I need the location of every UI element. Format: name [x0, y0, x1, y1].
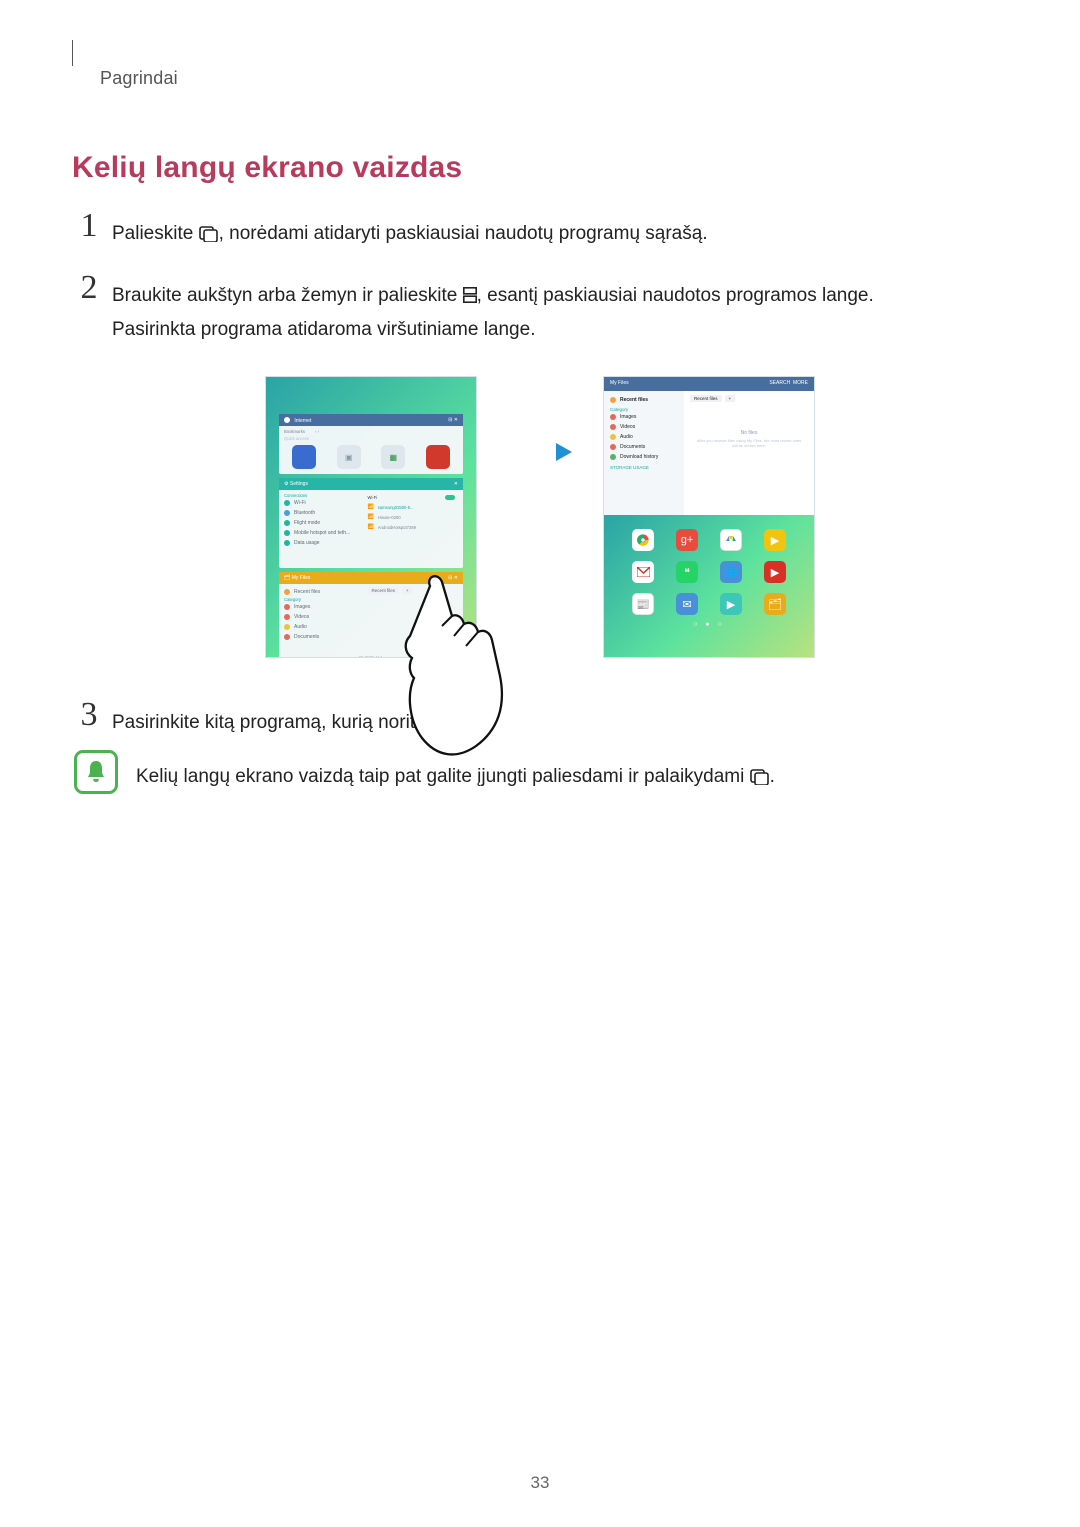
- tile-icon: [292, 445, 316, 469]
- tile-icon: ▣: [337, 445, 361, 469]
- step-text: Pasirinkta programa atidaroma viršutinia…: [112, 313, 1008, 347]
- bookmarks-label: Bookmarks: [284, 429, 305, 434]
- page-title: Kelių langų ekrano vaizdas: [72, 151, 1008, 185]
- split-close-icons: ⊟ ✕: [448, 575, 458, 581]
- gmail-icon: [632, 561, 654, 583]
- list-item: Audio: [294, 624, 307, 630]
- youtube-icon: ▶: [764, 561, 786, 583]
- tip-text: Kelių langų ekrano vaizdą taip pat galit…: [136, 766, 750, 787]
- wifi-icon: 📶: [368, 514, 374, 520]
- step-number: 3: [72, 698, 106, 732]
- empty-hint: After you receive files using My Files, …: [690, 436, 808, 450]
- step-text: Braukite aukštyn arba žemyn ir palieskit…: [112, 285, 463, 306]
- close-icon: ✕: [454, 481, 458, 487]
- section-header: Pagrindai: [72, 68, 1008, 95]
- recent-apps-icon: [199, 220, 219, 236]
- panel-title: My Files: [292, 575, 311, 581]
- list-item: samsung02500-5...: [378, 505, 414, 510]
- quick-access-label: Quick access: [284, 436, 458, 441]
- files-icon: 🗂: [284, 575, 290, 581]
- maps-icon: 🌐: [720, 561, 742, 583]
- tab-label: Recent files: [368, 587, 400, 594]
- list-item: Data usage: [294, 540, 320, 546]
- step-3: 3 Pasirinkite kitą programą, kurią norit…: [72, 698, 1008, 740]
- wifi-icon: 📶: [368, 524, 374, 530]
- news-icon: 📰: [632, 593, 654, 615]
- step-number: 1: [72, 209, 106, 243]
- tablet-after: My Files SEARCH MORE Recent files Catego…: [603, 376, 815, 658]
- step-1: 1 Palieskite , norėdami atidaryti paskia…: [72, 209, 1008, 251]
- nav-arrows-icon: ‹ ›: [315, 429, 319, 434]
- tip-text: .: [770, 766, 775, 787]
- play-music-icon: ▶: [764, 529, 786, 551]
- recent-apps-icon: [750, 763, 770, 779]
- folder-icon: 🗂: [764, 593, 786, 615]
- google-plus-icon: g+: [676, 529, 698, 551]
- page-indicator-icon: ○ ● ○: [604, 621, 814, 628]
- settings-icon: ⚙: [284, 481, 288, 487]
- tile-icon: [426, 445, 450, 469]
- tab-label: Recent files: [690, 395, 722, 402]
- list-item: AndroidHotspot7289: [378, 525, 416, 530]
- panel-title: Settings: [290, 481, 308, 487]
- list-item: Recent files: [620, 397, 648, 403]
- list-item: Images: [620, 414, 636, 420]
- split-close-icons: ⊟ ✕: [448, 417, 458, 423]
- list-item: Audio: [620, 434, 633, 440]
- step-number: 2: [72, 271, 106, 305]
- step-text: , esantį paskiausiai naudotos programos …: [477, 285, 874, 306]
- tablet-before: Internet ⊟ ✕ Bookmarks ‹ › Quick access …: [265, 376, 477, 658]
- hangouts-icon: ❝: [676, 561, 698, 583]
- step-text: , norėdami atidaryti paskiausiai naudotų…: [219, 223, 708, 244]
- more-label: MORE: [793, 380, 808, 386]
- toggle-icon: [445, 495, 455, 500]
- list-item: Images: [294, 604, 310, 610]
- add-tab-icon: +: [402, 587, 413, 594]
- mail-icon: ✉: [676, 593, 698, 615]
- list-item: Mobile hotspot and teth...: [294, 530, 350, 536]
- list-item: Documents: [294, 634, 319, 640]
- arrow-right-icon: [505, 376, 575, 658]
- storage-label: STORAGE USAGE: [610, 465, 678, 470]
- list-item: House-0200: [378, 515, 401, 520]
- split-view-icon: [463, 281, 477, 297]
- drive-icon: [720, 529, 742, 551]
- list-item: Flight mode: [294, 520, 320, 526]
- play-icon: ▶: [720, 593, 742, 615]
- search-label: SEARCH: [769, 380, 790, 386]
- step-2: 2 Braukite aukštyn arba žemyn ir paliesk…: [72, 271, 1008, 347]
- list-item: Videos: [620, 424, 635, 430]
- chrome-icon: [632, 529, 654, 551]
- list-item: Videos: [294, 614, 309, 620]
- list-item: Recent files: [294, 589, 320, 595]
- app-title: My Files: [610, 380, 629, 388]
- bell-icon: [74, 750, 118, 794]
- list-item: Wi-Fi: [294, 500, 306, 506]
- close-all-button: CLOSE ALL: [279, 655, 463, 658]
- internet-icon: [284, 417, 290, 423]
- illustration: Internet ⊟ ✕ Bookmarks ‹ › Quick access …: [72, 376, 1008, 658]
- tile-icon: ▦: [381, 445, 405, 469]
- add-tab-icon: +: [725, 395, 736, 402]
- page-number: 33: [0, 1473, 1080, 1493]
- list-item: Download history: [620, 454, 658, 460]
- panel-title: Internet: [294, 418, 311, 424]
- step-text: Pasirinkite kitą programą, kurią norite …: [112, 712, 486, 733]
- wifi-icon: 📶: [368, 504, 374, 510]
- list-item: Bluetooth: [294, 510, 315, 516]
- step-text: Palieskite: [112, 223, 199, 244]
- tip-note: Kelių langų ekrano vaizdą taip pat galit…: [74, 750, 1008, 794]
- list-item: Documents: [620, 444, 645, 450]
